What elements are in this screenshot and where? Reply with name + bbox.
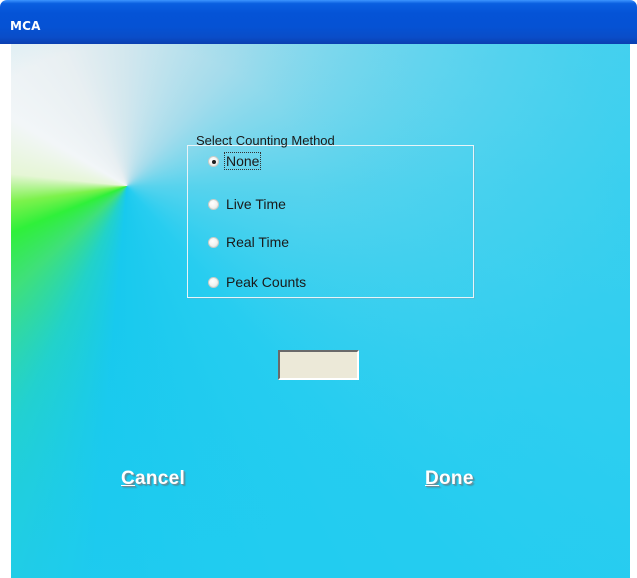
done-mnemonic: D	[425, 468, 440, 489]
radio-label-none[interactable]: None	[223, 152, 262, 170]
radio-option-peak-counts[interactable]: Peak Counts	[208, 273, 307, 291]
cancel-label: ancel	[135, 468, 186, 489]
cancel-button[interactable]: Cancel	[121, 468, 185, 490]
radio-button-icon[interactable]	[208, 236, 219, 248]
counting-method-legend: Select Counting Method	[196, 133, 335, 148]
radio-option-none[interactable]: None	[208, 152, 262, 170]
radio-option-real-time[interactable]: Real Time	[208, 233, 290, 251]
done-label: one	[439, 468, 474, 489]
done-button[interactable]: Done	[425, 468, 474, 490]
radio-label-live-time[interactable]: Live Time	[225, 196, 287, 212]
window-title: MCA	[10, 19, 41, 33]
radio-button-icon[interactable]	[208, 198, 219, 210]
cancel-mnemonic: C	[121, 468, 136, 489]
mca-window: MCA Select Counting Method None Live Tim…	[0, 0, 637, 578]
radio-label-real-time[interactable]: Real Time	[225, 234, 290, 250]
title-bar[interactable]: MCA	[0, 0, 637, 44]
window-frame-right	[630, 44, 637, 578]
value-input[interactable]	[278, 350, 359, 380]
radio-label-peak-counts[interactable]: Peak Counts	[225, 274, 307, 290]
radio-button-icon[interactable]	[208, 276, 219, 288]
client-area: Select Counting Method None Live Time Re…	[11, 44, 630, 578]
gradient-overlay	[11, 44, 630, 578]
window-frame-left	[0, 44, 11, 578]
radio-button-icon[interactable]	[208, 155, 219, 167]
radio-option-live-time[interactable]: Live Time	[208, 195, 287, 213]
